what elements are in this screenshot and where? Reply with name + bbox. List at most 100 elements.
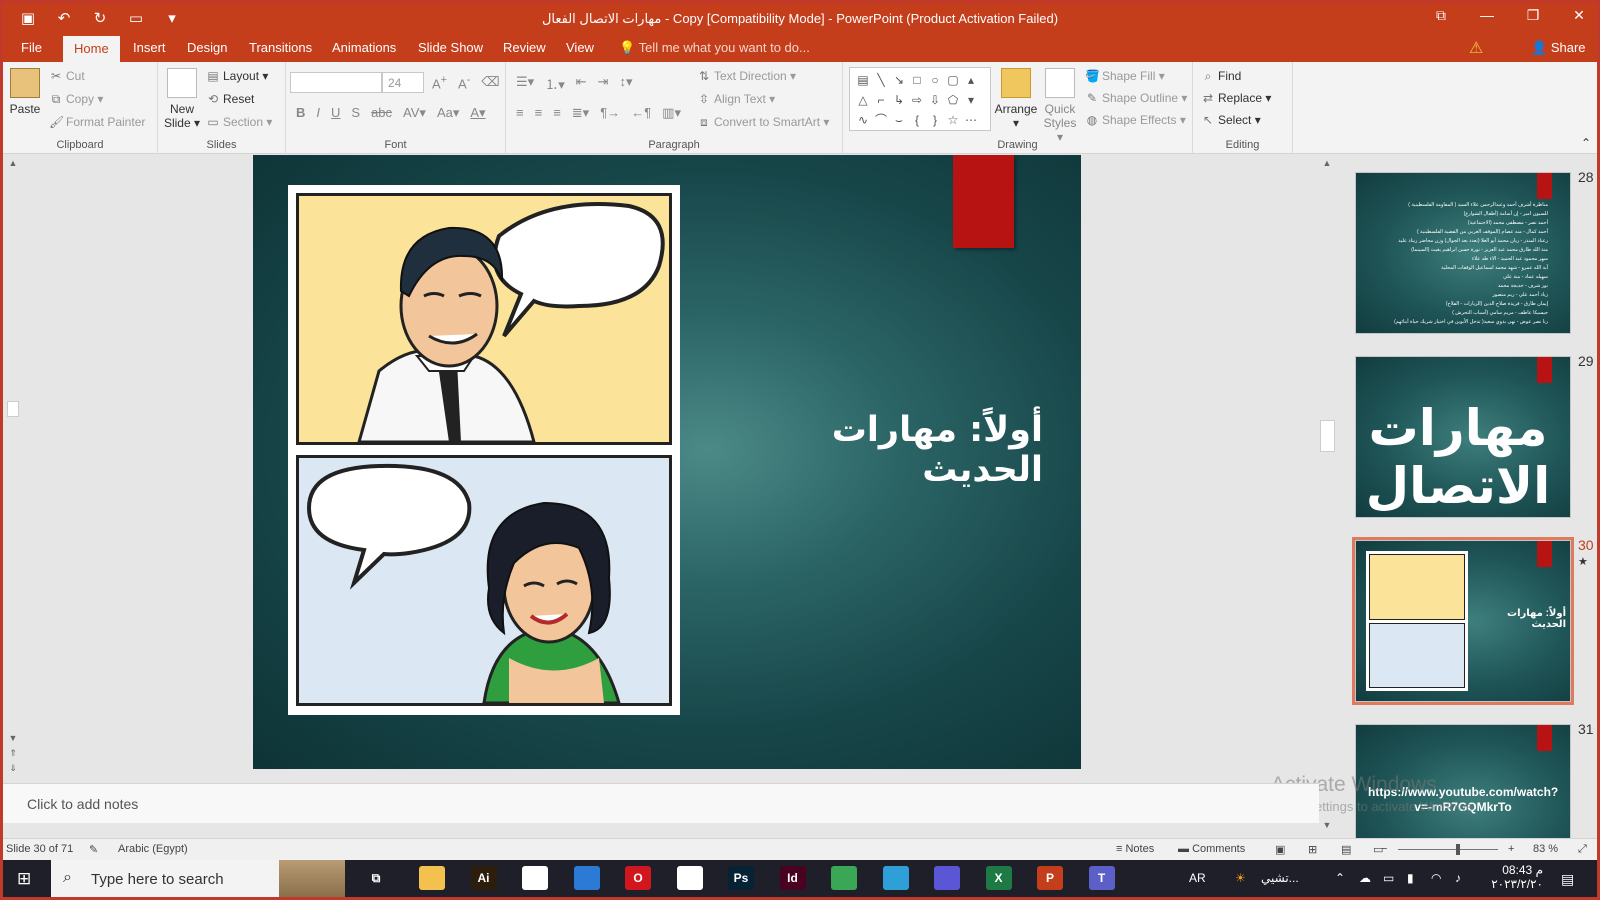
opera-icon[interactable]: O — [625, 866, 651, 890]
indesign-icon[interactable]: Id — [779, 866, 806, 890]
arrange-button[interactable]: Arrange ▾ — [993, 68, 1039, 130]
notes-toggle[interactable]: ≡ Notes — [1116, 843, 1154, 855]
bullets-icon[interactable]: ☰▾ — [516, 74, 534, 93]
line-spacing-icon[interactable]: ↕▾ — [620, 74, 633, 93]
editor-scroll-up-icon[interactable]: ▲ — [1320, 158, 1334, 168]
tab-insert[interactable]: Insert — [133, 40, 166, 55]
format-painter-button[interactable]: 🖌 Format Painter — [49, 115, 145, 129]
edge-icon[interactable] — [882, 866, 909, 890]
minimize-icon[interactable]: — — [1477, 7, 1497, 24]
tab-slide-show[interactable]: Slide Show — [418, 40, 483, 55]
comments-toggle[interactable]: ▬ Comments — [1178, 843, 1245, 855]
left-vertical-scrollbar[interactable]: ▲ ▼ ⇑ ⇓ — [6, 158, 20, 783]
tell-me-search[interactable]: 💡 Tell me what you want to do... — [619, 40, 810, 56]
bold-icon[interactable]: B — [296, 105, 305, 121]
arrow-line-shape-icon[interactable]: ↘ — [890, 70, 908, 90]
new-slide-button[interactable]: New Slide ▾ — [162, 68, 202, 130]
media-icon[interactable] — [934, 866, 960, 890]
select-button[interactable]: ↖ Select ▾ — [1201, 113, 1261, 127]
elbow-arrow-shape-icon[interactable]: ↳ — [890, 90, 908, 110]
collapse-ribbon-icon[interactable]: ⌃ — [1581, 136, 1591, 150]
weather-icon[interactable]: ☀ — [1235, 871, 1246, 885]
close-icon[interactable]: ✕ — [1569, 7, 1589, 24]
zoom-level[interactable]: 83 % — [1533, 843, 1558, 855]
tab-design[interactable]: Design — [187, 40, 227, 55]
font-color-icon[interactable]: A▾ — [470, 105, 485, 121]
scroll-down-icon[interactable]: ▼ — [6, 733, 20, 743]
wifi-icon[interactable]: ◠ — [1431, 871, 1441, 885]
find-button[interactable]: ⌕ Find — [1201, 69, 1242, 84]
left-brace-shape-icon[interactable]: { — [908, 110, 926, 130]
zoom-out-icon[interactable]: − — [1381, 843, 1387, 855]
replace-button[interactable]: ⇄ Replace ▾ — [1201, 91, 1271, 105]
tab-transitions[interactable]: Transitions — [249, 40, 312, 55]
illustrator-icon[interactable]: Ai — [470, 866, 497, 890]
font-size-box[interactable]: 24 — [382, 72, 424, 93]
editor-scroll-thumb[interactable] — [1320, 420, 1335, 452]
thumbnail-slide-29[interactable]: مهارات الاتصال — [1355, 356, 1571, 518]
spelling-icon[interactable]: ✎ — [89, 843, 98, 856]
prev-slide-icon[interactable]: ⇑ — [6, 748, 20, 759]
task-view-icon[interactable]: ⧉ — [363, 866, 389, 890]
rounded-rect-shape-icon[interactable]: ▢ — [944, 70, 962, 90]
shape-outline-button[interactable]: ✎ Shape Outline ▾ — [1085, 91, 1187, 105]
curve-shape-icon[interactable]: ∿ — [854, 110, 872, 130]
star-shape-icon[interactable]: ☆ — [944, 110, 962, 130]
align-right-icon[interactable]: ≡ — [553, 105, 561, 121]
gallery-down-icon[interactable]: ▾ — [962, 90, 980, 110]
tab-file[interactable]: File — [21, 40, 42, 55]
editor-vertical-scrollbar[interactable]: ▲ ▼ — [1320, 158, 1336, 838]
ribbon-display-icon[interactable]: ⧉ — [1431, 7, 1451, 24]
grow-font-icon[interactable]: A+ — [432, 74, 447, 91]
tab-review[interactable]: Review — [503, 40, 546, 55]
onedrive-icon[interactable]: ☁ — [1359, 871, 1371, 885]
notepad-icon[interactable] — [676, 866, 703, 890]
justify-icon[interactable]: ≣▾ — [572, 105, 589, 121]
slide-heading[interactable]: أولاً: مهارات الحديث — [723, 410, 1043, 490]
photoshop-icon[interactable]: Ps — [728, 866, 754, 890]
char-spacing-icon[interactable]: AV▾ — [403, 105, 426, 121]
elbow-shape-icon[interactable]: ⌐ — [872, 90, 890, 110]
display-icon[interactable]: ▭ — [1383, 871, 1394, 885]
share-button[interactable]: 👤 Share — [1531, 40, 1586, 56]
down-arrow-shape-icon[interactable]: ⇩ — [926, 90, 944, 110]
tray-chevron-icon[interactable]: ⌃ — [1335, 871, 1345, 885]
gallery-up-icon[interactable]: ▴ — [962, 70, 980, 90]
clock[interactable]: 08:43 م ٢٠٢٣/٢/٢٠ — [1483, 863, 1543, 891]
windows-start-icon[interactable]: ⊞ — [17, 869, 31, 889]
shrink-font-icon[interactable]: A- — [458, 74, 470, 91]
mail-icon[interactable] — [573, 866, 600, 890]
reading-view-icon[interactable]: ▤ — [1341, 843, 1351, 856]
shape-fill-button[interactable]: 🪣 Shape Fill ▾ — [1085, 69, 1165, 83]
cut-button[interactable]: ✂ Cut — [49, 69, 85, 83]
quick-styles-button[interactable]: Quick Styles ▾ — [1040, 68, 1080, 144]
input-language[interactable]: AR — [1189, 871, 1206, 885]
fit-slide-icon[interactable]: ⤢ — [1578, 843, 1587, 856]
slide-sorter-icon[interactable]: ⊞ — [1308, 843, 1317, 856]
tab-animations[interactable]: Animations — [332, 40, 396, 55]
align-center-icon[interactable]: ≡ — [535, 105, 543, 121]
language-indicator[interactable]: Arabic (Egypt) — [118, 843, 188, 855]
normal-view-icon[interactable]: ▣ — [1275, 843, 1285, 856]
right-arrow-shape-icon[interactable]: ⇨ — [908, 90, 926, 110]
triangle-shape-icon[interactable]: △ — [854, 90, 872, 110]
teams-icon[interactable]: T — [1088, 866, 1115, 890]
strikethrough-icon[interactable]: abc — [371, 105, 392, 121]
volume-icon[interactable]: ♪ — [1455, 871, 1461, 885]
change-case-icon[interactable]: Aa▾ — [437, 105, 459, 121]
reset-button[interactable]: ⟲ Reset — [206, 92, 254, 106]
file-explorer-icon[interactable] — [419, 866, 445, 890]
underline-icon[interactable]: U — [331, 105, 340, 121]
oval-shape-icon[interactable]: ○ — [926, 70, 944, 90]
copy-button[interactable]: ⧉ Copy ▾ — [49, 92, 104, 107]
shapes-gallery[interactable]: ▤ ╲ ↘ □ ○ ▢ ▴ △ ⌐ ↳ ⇨ ⇩ ⬠ ▾ ∿ ⌒ ⌣ { } ☆ … — [849, 67, 991, 131]
section-button[interactable]: ▭ Section ▾ — [206, 115, 272, 129]
zoom-slider[interactable] — [1398, 849, 1498, 850]
clear-format-icon[interactable]: ⌫ — [481, 74, 499, 91]
zoom-slider-thumb[interactable] — [1456, 844, 1460, 855]
notes-pane[interactable]: Click to add notes — [3, 783, 1319, 823]
line-shape-icon[interactable]: ╲ — [872, 70, 890, 90]
numbering-icon[interactable]: ⒈▾ — [545, 74, 565, 93]
powerpoint-icon[interactable]: P — [1037, 866, 1063, 890]
convert-smartart-button[interactable]: ⧈ Convert to SmartArt ▾ — [697, 115, 829, 130]
